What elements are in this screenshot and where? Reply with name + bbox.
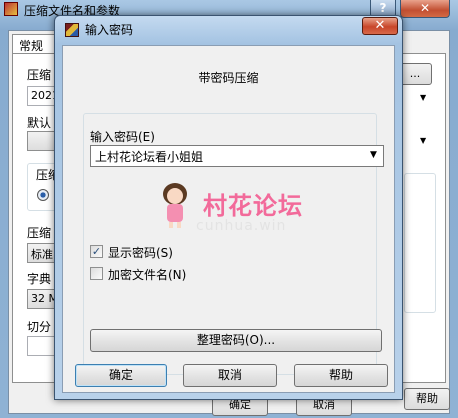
browse-button[interactable]: ... [398, 63, 432, 85]
profile-dropdown-icon[interactable]: ▼ [420, 136, 426, 145]
dialog-heading: 带密码压缩 [198, 71, 259, 85]
watermark-subtext: cunhua.win [196, 218, 287, 234]
cancel-button[interactable]: 取消 [183, 364, 277, 387]
archive-name-dropdown-icon[interactable]: ▼ [420, 93, 426, 102]
chevron-down-icon[interactable]: ▼ [370, 150, 377, 160]
encrypt-filenames-checkbox[interactable] [90, 267, 103, 280]
options-group [404, 173, 436, 313]
dialog-close-button[interactable]: ✕ [362, 17, 398, 35]
watermark-text: 村花论坛 [203, 192, 303, 220]
default-profile-label: 默认 [27, 116, 52, 130]
password-label: 输入密码(E) [90, 130, 155, 144]
winrar-app-icon [4, 2, 18, 16]
format-radio-rar[interactable] [37, 189, 49, 201]
show-password-label: 显示密码(S) [108, 246, 173, 260]
tab-general[interactable]: 常规 [12, 34, 56, 54]
show-password-checkbox[interactable]: ✓ [90, 245, 103, 258]
background-help-button[interactable]: 帮助 [404, 388, 450, 410]
background-close-button[interactable]: ✕ [400, 0, 450, 18]
encrypt-filenames-label: 加密文件名(N) [108, 268, 187, 282]
watermark-girl-icon [163, 183, 187, 228]
dictionary-size-label: 字典 [27, 272, 52, 286]
archive-name-label: 压缩 [27, 68, 52, 82]
split-volume-label: 切分 [27, 320, 52, 334]
winrar-dialog-icon [65, 23, 79, 37]
dialog-title: 输入密码 [85, 23, 134, 37]
organize-passwords-button[interactable]: 整理密码(O)... [90, 329, 382, 352]
help-button[interactable]: 帮助 [294, 364, 388, 387]
compression-method-label: 压缩 [27, 226, 52, 240]
password-input[interactable]: 上村花论坛看小姐姐 [90, 145, 384, 167]
ok-button[interactable]: 确定 [75, 364, 167, 387]
